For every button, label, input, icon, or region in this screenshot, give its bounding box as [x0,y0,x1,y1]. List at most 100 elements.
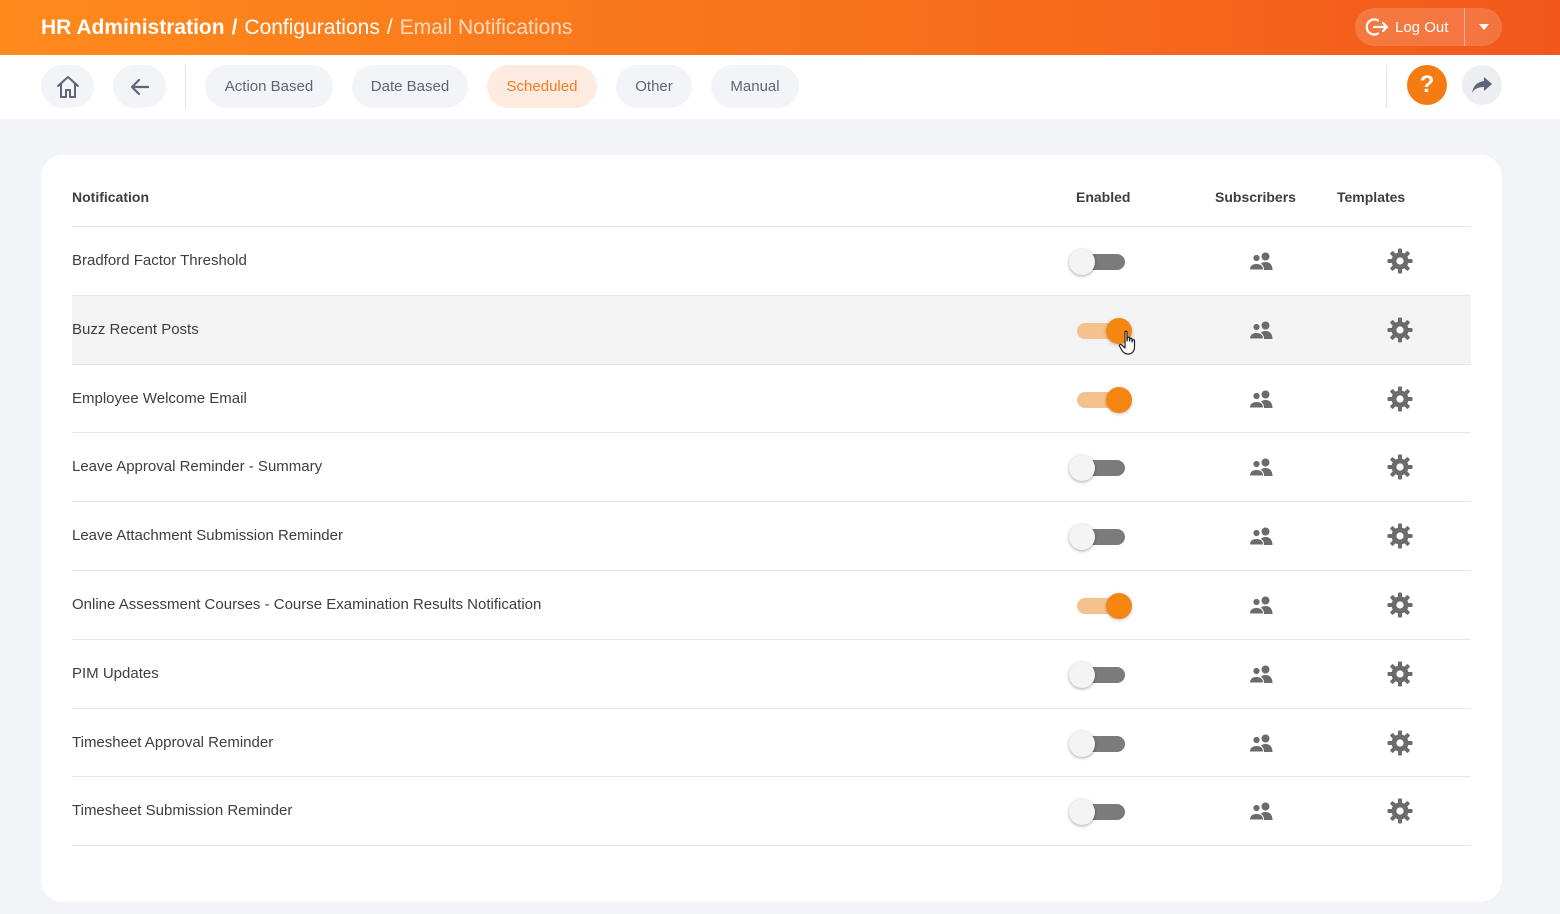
gear-icon [1387,661,1413,687]
help-button[interactable]: ? [1407,65,1447,105]
notification-name: Leave Approval Reminder - Summary [72,458,323,476]
share-arrow-icon [1472,77,1492,93]
gear-icon [1387,248,1413,274]
table-row: Bradford Factor Threshold [72,227,1471,296]
templates-button[interactable] [1385,660,1415,688]
users-icon [1248,596,1273,615]
gear-icon [1387,454,1413,480]
enabled-toggle[interactable] [1069,455,1133,482]
column-header-subscribers: Subscribers [1215,189,1296,205]
nav-divider [185,65,186,108]
breadcrumb-current: Email Notifications [399,15,573,39]
gear-icon [1387,523,1413,549]
subscribers-button[interactable] [1246,454,1276,480]
caret-down-icon [1478,24,1489,30]
toggle-knob [1106,592,1132,619]
tab-date-based[interactable]: Date Based [352,65,468,108]
gear-icon [1387,730,1413,756]
notification-name: Employee Welcome Email [72,389,247,407]
logout-icon [1365,18,1389,36]
tab-scheduled[interactable]: Scheduled [487,65,597,108]
templates-button[interactable] [1385,453,1415,481]
users-icon [1248,665,1273,684]
table-row: Employee Welcome Email [72,365,1471,434]
templates-button[interactable] [1385,729,1415,757]
users-icon [1248,734,1273,753]
column-header-enabled: Enabled [1076,189,1131,205]
subscribers-button[interactable] [1246,523,1276,549]
enabled-toggle[interactable] [1069,730,1133,757]
toggle-knob [1069,524,1095,551]
templates-button[interactable] [1385,591,1415,619]
notifications-table: Notification Enabled Subscribers Templat… [72,155,1471,847]
column-header-templates: Templates [1337,189,1406,205]
logout-group: Log Out [1355,8,1502,46]
notification-name: Timesheet Submission Reminder [72,802,293,820]
breadcrumb-module: HR Administration [41,15,225,39]
logout-button[interactable]: Log Out [1355,8,1464,46]
users-icon [1248,527,1273,546]
notification-name: Online Assessment Courses - Course Exami… [72,595,542,613]
breadcrumb-level: Configurations [244,15,380,39]
subscribers-button[interactable] [1246,592,1276,618]
templates-button[interactable] [1385,385,1415,413]
home-button[interactable] [41,65,94,108]
home-icon [56,75,79,98]
subscribers-button[interactable] [1246,730,1276,756]
subscribers-button[interactable] [1246,661,1276,687]
table-row: Timesheet Submission Reminder [72,777,1471,847]
notification-name: PIM Updates [72,664,159,682]
notification-name: Leave Attachment Submission Reminder [72,527,343,545]
table-body: Bradford Factor Threshold Buzz Recent Pos… [72,227,1471,847]
gear-icon [1387,317,1413,343]
templates-button[interactable] [1385,797,1415,825]
users-icon [1248,321,1273,340]
tab-manual[interactable]: Manual [711,65,799,108]
breadcrumb-separator: / [231,15,238,39]
logout-dropdown-button[interactable] [1465,8,1502,46]
toggle-knob [1106,386,1132,413]
toggle-knob [1069,455,1095,482]
breadcrumb-separator: / [386,15,393,39]
users-icon [1248,802,1273,821]
templates-button[interactable] [1385,247,1415,275]
subscribers-button[interactable] [1246,248,1276,274]
enabled-toggle[interactable] [1069,661,1133,688]
enabled-toggle[interactable] [1069,799,1133,826]
toggle-knob [1069,661,1095,688]
logout-label: Log Out [1395,18,1449,36]
tab-action-based[interactable]: Action Based [205,65,333,108]
enabled-toggle[interactable] [1069,249,1133,275]
gear-icon [1387,386,1413,412]
table-row: Online Assessment Courses - Course Exami… [72,571,1471,640]
toggle-knob [1069,730,1095,757]
templates-button[interactable] [1385,522,1415,550]
enabled-toggle[interactable] [1069,592,1133,619]
table-row: Timesheet Approval Reminder [72,709,1471,778]
notifications-card: Notification Enabled Subscribers Templat… [41,155,1502,902]
tab-other[interactable]: Other [616,65,692,108]
table-header: Notification Enabled Subscribers Templat… [72,155,1471,227]
subscribers-button[interactable] [1246,386,1276,412]
share-button[interactable] [1462,65,1502,105]
table-row: Leave Approval Reminder - Summary [72,433,1471,503]
breadcrumb: HR Administration / Configurations / Ema… [41,0,572,55]
subscribers-button[interactable] [1246,317,1276,343]
users-icon [1248,458,1273,477]
templates-button[interactable] [1385,316,1415,344]
users-icon [1248,252,1273,271]
table-row: Buzz Recent Posts [72,295,1471,365]
back-button[interactable] [113,65,166,108]
top-bar: HR Administration / Configurations / Ema… [0,0,1560,55]
gear-icon [1387,798,1413,824]
subscribers-button[interactable] [1246,798,1276,824]
table-row: Leave Attachment Submission Reminder [72,502,1471,571]
arrow-left-icon [130,78,149,95]
toggle-knob [1106,317,1132,344]
notification-name: Bradford Factor Threshold [72,252,247,269]
notification-name: Buzz Recent Posts [72,320,199,338]
enabled-toggle[interactable] [1069,386,1133,413]
enabled-toggle[interactable] [1069,317,1133,344]
enabled-toggle[interactable] [1069,524,1133,551]
nav-divider [1386,65,1387,108]
